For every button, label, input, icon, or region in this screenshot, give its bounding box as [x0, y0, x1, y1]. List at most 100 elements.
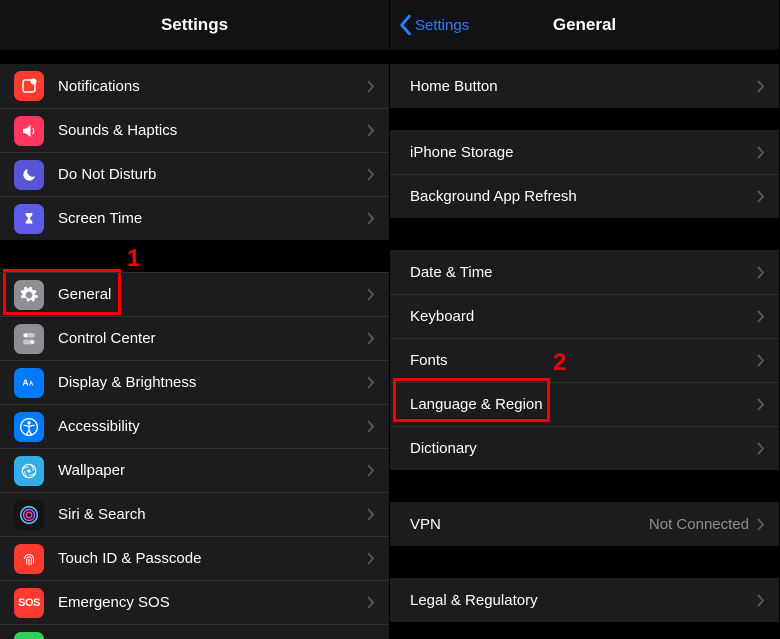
row-detail: Not Connected [649, 516, 749, 533]
row-label: Display & Brightness [58, 374, 367, 391]
row-date-time[interactable]: Date & Time [390, 250, 779, 294]
row-label: Wallpaper [58, 462, 367, 479]
wallpaper-icon [14, 456, 44, 486]
svg-text:A: A [29, 381, 34, 387]
row-background-app-refresh[interactable]: Background App Refresh [390, 174, 779, 218]
row-label: Legal & Regulatory [404, 592, 757, 609]
notifications-icon [14, 71, 44, 101]
chevron-right-icon [367, 332, 375, 345]
settings-scroll: Notifications Sounds & Haptics Do Not Di… [0, 50, 389, 639]
row-label: Language & Region [404, 396, 757, 413]
chevron-right-icon [367, 288, 375, 301]
row-general[interactable]: General [0, 272, 389, 316]
row-label: Fonts [404, 352, 757, 369]
nav-title: General [553, 15, 616, 35]
nav-back-button[interactable]: Settings [398, 14, 469, 36]
annotation-number-2: 2 [553, 349, 566, 377]
row-emergency-sos[interactable]: SOS Emergency SOS [0, 580, 389, 624]
row-label: Emergency SOS [58, 594, 367, 611]
chevron-right-icon [367, 420, 375, 433]
row-label: Keyboard [404, 308, 757, 325]
sounds-icon [14, 116, 44, 146]
annotation-number-1: 1 [127, 245, 140, 273]
row-battery[interactable]: Battery [0, 624, 389, 639]
sos-icon: SOS [14, 588, 44, 618]
chevron-right-icon [757, 594, 765, 607]
chevron-right-icon [757, 146, 765, 159]
svg-text:A: A [22, 377, 29, 387]
row-dictionary[interactable]: Dictionary [390, 426, 779, 470]
chevron-right-icon [367, 124, 375, 137]
row-wallpaper[interactable]: Wallpaper [0, 448, 389, 492]
row-fonts[interactable]: Fonts [390, 338, 779, 382]
row-display-brightness[interactable]: AA Display & Brightness [0, 360, 389, 404]
fingerprint-icon [14, 544, 44, 574]
siri-icon [14, 500, 44, 530]
row-label: iPhone Storage [404, 144, 757, 161]
row-siri-search[interactable]: Siri & Search [0, 492, 389, 536]
general-group-vpn: VPN Not Connected [390, 502, 779, 546]
row-label: Accessibility [58, 418, 367, 435]
moon-icon [14, 160, 44, 190]
row-legal-regulatory[interactable]: Legal & Regulatory [390, 578, 779, 622]
chevron-right-icon [757, 398, 765, 411]
row-label: Home Button [404, 78, 757, 95]
nav-bar-general: Settings General [390, 0, 779, 50]
settings-group-general: 1 General Control Center AA [0, 272, 389, 639]
row-iphone-storage[interactable]: iPhone Storage [390, 130, 779, 174]
nav-bar-settings: Settings [0, 0, 389, 50]
accessibility-icon [14, 412, 44, 442]
nav-title: Settings [161, 15, 228, 35]
row-home-button[interactable]: Home Button [390, 64, 779, 108]
row-label: Sounds & Haptics [58, 122, 367, 139]
chevron-right-icon [757, 190, 765, 203]
row-label: Screen Time [58, 210, 367, 227]
row-label: Touch ID & Passcode [58, 550, 367, 567]
general-group-legal: Legal & Regulatory [390, 578, 779, 622]
chevron-right-icon [757, 80, 765, 93]
row-notifications[interactable]: Notifications [0, 64, 389, 108]
gear-icon [14, 280, 44, 310]
chevron-right-icon [367, 508, 375, 521]
general-pane-right: Settings General Home Button iPhone Stor… [390, 0, 780, 639]
general-scroll: Home Button iPhone Storage Background Ap… [390, 50, 779, 639]
general-group-home: Home Button [390, 64, 779, 108]
battery-icon [14, 632, 44, 639]
chevron-right-icon [757, 442, 765, 455]
chevron-right-icon [757, 310, 765, 323]
row-touch-id-passcode[interactable]: Touch ID & Passcode [0, 536, 389, 580]
row-screen-time[interactable]: Screen Time [0, 196, 389, 240]
row-vpn[interactable]: VPN Not Connected [390, 502, 779, 546]
row-accessibility[interactable]: Accessibility [0, 404, 389, 448]
row-label: General [58, 286, 367, 303]
row-do-not-disturb[interactable]: Do Not Disturb [0, 152, 389, 196]
nav-back-label: Settings [415, 17, 469, 34]
settings-pane-left: Settings Notifications Sounds & Haptics [0, 0, 390, 639]
chevron-left-icon [398, 14, 412, 36]
chevron-right-icon [367, 552, 375, 565]
chevron-right-icon [367, 80, 375, 93]
chevron-right-icon [367, 168, 375, 181]
row-label: VPN [404, 516, 649, 533]
hourglass-icon [14, 204, 44, 234]
row-keyboard[interactable]: Keyboard [390, 294, 779, 338]
row-label: Background App Refresh [404, 188, 757, 205]
chevron-right-icon [367, 212, 375, 225]
row-language-region[interactable]: Language & Region [390, 382, 779, 426]
switches-icon [14, 324, 44, 354]
chevron-right-icon [367, 596, 375, 609]
chevron-right-icon [367, 464, 375, 477]
row-label: Control Center [58, 330, 367, 347]
row-label: Dictionary [404, 440, 757, 457]
row-label: Date & Time [404, 264, 757, 281]
chevron-right-icon [367, 376, 375, 389]
chevron-right-icon [757, 518, 765, 531]
row-label: Notifications [58, 78, 367, 95]
text-size-icon: AA [14, 368, 44, 398]
row-control-center[interactable]: Control Center [0, 316, 389, 360]
general-group-storage: iPhone Storage Background App Refresh [390, 130, 779, 218]
row-sounds-haptics[interactable]: Sounds & Haptics [0, 108, 389, 152]
general-group-input: Date & Time Keyboard Fonts Language & Re… [390, 250, 779, 470]
settings-group-notifications: Notifications Sounds & Haptics Do Not Di… [0, 64, 389, 240]
chevron-right-icon [757, 354, 765, 367]
